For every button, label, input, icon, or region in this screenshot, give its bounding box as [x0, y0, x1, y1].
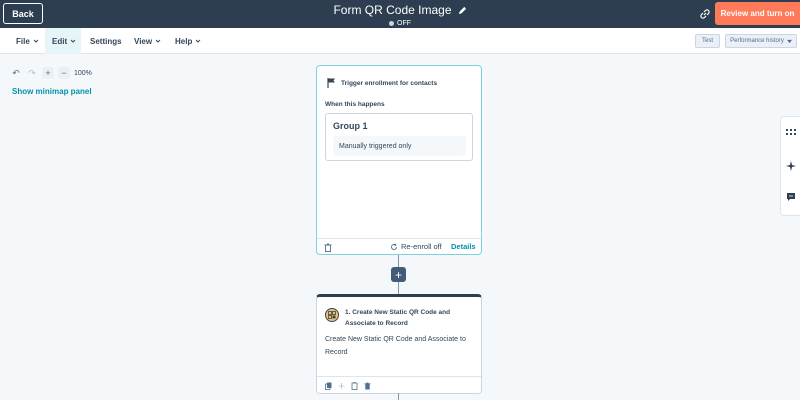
- show-minimap-link[interactable]: Show minimap panel: [12, 87, 92, 96]
- menu-edit[interactable]: Edit: [45, 28, 81, 54]
- right-side-rail: [780, 116, 800, 216]
- menu-help-label: Help: [175, 36, 193, 46]
- menu-bar: File Edit Settings View Help: [0, 28, 800, 54]
- trigger-heading: Trigger enrollment for contacts: [341, 79, 438, 87]
- link-icon[interactable]: [699, 8, 711, 20]
- re-enroll-label: Re-enroll off: [401, 242, 442, 251]
- sparkle-icon[interactable]: [786, 161, 796, 171]
- menu-file[interactable]: File: [16, 28, 39, 54]
- clone-icon[interactable]: [351, 381, 358, 390]
- plus-icon[interactable]: +: [391, 267, 406, 282]
- top-header: Back Form QR Code Image OFF Review and t…: [0, 0, 800, 28]
- move-icon[interactable]: [338, 382, 345, 390]
- status-text: OFF: [397, 20, 411, 27]
- menu-view[interactable]: View: [134, 28, 161, 54]
- performance-history-label: Performance history: [730, 38, 784, 44]
- trash-icon[interactable]: [324, 243, 332, 252]
- menu-file-label: File: [16, 36, 30, 46]
- chevron-down-icon: [195, 39, 201, 43]
- performance-history-button[interactable]: Performance history: [725, 34, 797, 48]
- undo-icon[interactable]: ↶: [10, 67, 22, 79]
- trash-icon[interactable]: [364, 382, 371, 390]
- action-card[interactable]: 1. Create New Static QR Code and Associa…: [316, 294, 482, 394]
- menu-view-label: View: [134, 36, 153, 46]
- chat-icon[interactable]: [786, 192, 796, 202]
- trigger-card[interactable]: Trigger enrollment for contacts When thi…: [316, 65, 482, 255]
- menu-help[interactable]: Help: [175, 28, 201, 54]
- connector-line: [398, 393, 399, 400]
- group-title: Group 1: [333, 121, 368, 131]
- action-description: Create New Static QR Code and Associate …: [325, 336, 466, 356]
- details-link[interactable]: Details: [451, 242, 476, 251]
- action-title: 1. Create New Static QR Code and Associa…: [345, 309, 451, 327]
- chevron-down-icon: [70, 39, 76, 43]
- flag-icon: [327, 78, 335, 88]
- when-this-happens-label: When this happens: [325, 101, 385, 108]
- grid-icon[interactable]: [786, 127, 796, 137]
- title-area: Form QR Code Image OFF: [0, 1, 800, 27]
- menu-settings[interactable]: Settings: [90, 28, 122, 54]
- zoom-out-icon[interactable]: −: [58, 67, 70, 79]
- test-button[interactable]: Test: [695, 34, 720, 48]
- zoom-level: 100%: [74, 69, 92, 77]
- menu-edit-label: Edit: [52, 36, 68, 46]
- status-dot-icon: [389, 21, 394, 26]
- trigger-header: Trigger enrollment for contacts: [327, 78, 437, 88]
- qr-code-icon: [325, 308, 339, 322]
- trigger-footer: Re-enroll off Details: [317, 238, 481, 255]
- workflow-title-text: Form QR Code Image: [333, 3, 452, 17]
- copy-icon[interactable]: [325, 382, 332, 390]
- chevron-down-icon: [155, 39, 161, 43]
- workflow-status: OFF: [0, 20, 800, 27]
- redo-icon[interactable]: ↷: [26, 67, 38, 79]
- chevron-down-icon: [33, 39, 39, 43]
- caret-down-icon: [786, 39, 792, 43]
- group-condition: Manually triggered only: [333, 136, 466, 156]
- zoom-in-icon[interactable]: +: [42, 67, 54, 79]
- trigger-group[interactable]: Group 1 Manually triggered only: [325, 113, 473, 161]
- zoom-controls: ↶ ↷ + − 100%: [10, 67, 92, 79]
- refresh-icon: [391, 242, 397, 250]
- pencil-icon[interactable]: [458, 6, 467, 15]
- re-enroll-toggle[interactable]: Re-enroll off: [390, 242, 442, 251]
- action-footer: [317, 376, 481, 394]
- review-and-turn-on-button[interactable]: Review and turn on: [715, 2, 800, 25]
- workflow-title[interactable]: Form QR Code Image: [333, 3, 466, 17]
- menu-settings-label: Settings: [90, 36, 122, 46]
